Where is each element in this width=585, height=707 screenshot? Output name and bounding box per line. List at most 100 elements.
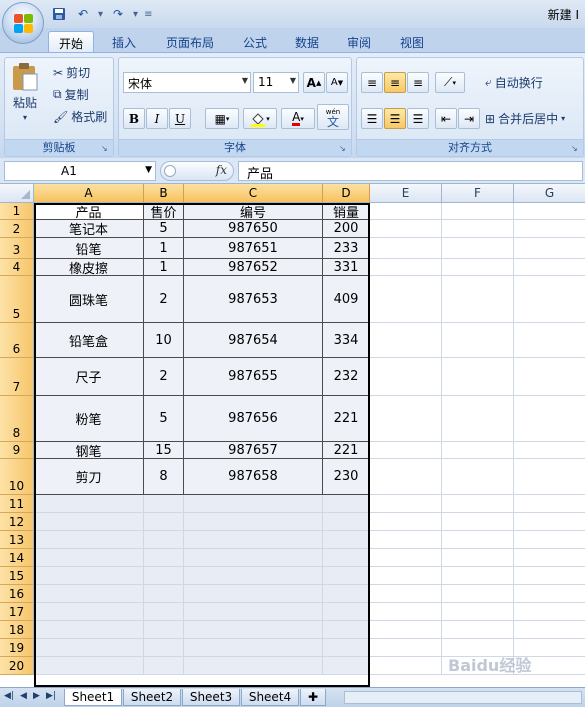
- cell-d14[interactable]: [323, 549, 370, 567]
- cell-c2[interactable]: 987650: [184, 220, 323, 238]
- cell-c11[interactable]: [184, 495, 323, 513]
- cell-a11[interactable]: [34, 495, 144, 513]
- cell-e14[interactable]: [370, 549, 442, 567]
- cell-b17[interactable]: [144, 603, 184, 621]
- cell-d4[interactable]: 331: [323, 259, 370, 276]
- cell-d11[interactable]: [323, 495, 370, 513]
- tab-view[interactable]: 视图: [392, 31, 432, 52]
- cell-d1[interactable]: 销量: [323, 203, 370, 221]
- cell-g11[interactable]: [514, 495, 585, 513]
- cell-f5[interactable]: [442, 276, 514, 323]
- font-name-combo[interactable]: 宋体 ▼: [123, 72, 251, 93]
- cell-g4[interactable]: [514, 259, 585, 276]
- shrink-font-button[interactable]: A ▼: [326, 72, 348, 93]
- cell-g9[interactable]: [514, 442, 585, 459]
- next-sheet-icon[interactable]: ▶: [33, 691, 40, 701]
- cell-b11[interactable]: [144, 495, 184, 513]
- cell-f1[interactable]: [442, 203, 514, 220]
- cell-c6[interactable]: 987654: [184, 323, 323, 358]
- cell-d20[interactable]: [323, 657, 370, 675]
- customize-qat-icon[interactable]: ≡: [144, 9, 152, 20]
- cell-f4[interactable]: [442, 259, 514, 276]
- sheet-tab-4[interactable]: Sheet4: [241, 689, 299, 706]
- cell-a15[interactable]: [34, 567, 144, 585]
- cell-e7[interactable]: [370, 358, 442, 396]
- row-header-10[interactable]: 10: [0, 459, 34, 495]
- cell-e3[interactable]: [370, 238, 442, 259]
- save-icon[interactable]: [50, 5, 68, 23]
- cell-g8[interactable]: [514, 396, 585, 442]
- underline-button[interactable]: U: [169, 108, 191, 129]
- tab-home[interactable]: 开始: [48, 31, 94, 52]
- sheet-tab-2[interactable]: Sheet2: [123, 689, 181, 706]
- worksheet-grid[interactable]: A B C D E F G 1 产品 售价 编号 销量 2 笔记本 5 987650 200 3 铅笔 1 987651…: [0, 184, 585, 687]
- row-header-6[interactable]: 6: [0, 323, 34, 358]
- cell-g10[interactable]: [514, 459, 585, 495]
- cell-a2[interactable]: 笔记本: [34, 220, 144, 238]
- cell-e19[interactable]: [370, 639, 442, 657]
- cell-d15[interactable]: [323, 567, 370, 585]
- cell-g13[interactable]: [514, 531, 585, 549]
- cell-f11[interactable]: [442, 495, 514, 513]
- fill-color-button[interactable]: ▾: [243, 108, 277, 129]
- cell-a9[interactable]: 钢笔: [34, 442, 144, 460]
- tab-page-layout[interactable]: 页面布局: [158, 31, 222, 52]
- cell-d8[interactable]: 221: [323, 396, 370, 442]
- insert-function-pill[interactable]: fx: [160, 161, 234, 181]
- cell-e17[interactable]: [370, 603, 442, 621]
- cell-f9[interactable]: [442, 442, 514, 459]
- cell-a6[interactable]: 铅笔盒: [34, 323, 144, 358]
- cell-c15[interactable]: [184, 567, 323, 585]
- cell-c3[interactable]: 987651: [184, 238, 323, 259]
- cell-g16[interactable]: [514, 585, 585, 603]
- tab-formulas[interactable]: 公式: [236, 31, 274, 52]
- cell-b4[interactable]: 1: [144, 259, 184, 276]
- cell-g14[interactable]: [514, 549, 585, 567]
- first-sheet-icon[interactable]: ◀|: [4, 691, 14, 701]
- cell-c8[interactable]: 987656: [184, 396, 323, 442]
- cell-c10[interactable]: 987658: [184, 459, 323, 495]
- row-header-1[interactable]: 1: [0, 203, 34, 220]
- font-size-combo[interactable]: 11 ▼: [253, 72, 299, 93]
- cell-b19[interactable]: [144, 639, 184, 657]
- align-top-button[interactable]: ≡: [361, 72, 383, 93]
- cell-d19[interactable]: [323, 639, 370, 657]
- column-header-d[interactable]: D: [323, 184, 370, 203]
- cell-g6[interactable]: [514, 323, 585, 358]
- cell-a4[interactable]: 橡皮擦: [34, 259, 144, 277]
- row-header-5[interactable]: 5: [0, 276, 34, 323]
- cell-a12[interactable]: [34, 513, 144, 531]
- cell-d5[interactable]: 409: [323, 276, 370, 323]
- cell-c1[interactable]: 编号: [184, 203, 323, 221]
- cell-f18[interactable]: [442, 621, 514, 639]
- tab-review[interactable]: 审阅: [340, 31, 378, 52]
- cell-f8[interactable]: [442, 396, 514, 442]
- align-right-button[interactable]: ☰: [407, 108, 429, 129]
- row-header-12[interactable]: 12: [0, 513, 34, 531]
- align-middle-button[interactable]: ≡: [384, 72, 406, 93]
- copy-button[interactable]: ⧉ 复制: [53, 86, 89, 103]
- cell-f3[interactable]: [442, 238, 514, 259]
- cell-a17[interactable]: [34, 603, 144, 621]
- last-sheet-icon[interactable]: ▶|: [46, 691, 56, 701]
- cell-e16[interactable]: [370, 585, 442, 603]
- cell-c7[interactable]: 987655: [184, 358, 323, 396]
- cell-g3[interactable]: [514, 238, 585, 259]
- row-header-2[interactable]: 2: [0, 220, 34, 238]
- formula-input[interactable]: 产品: [238, 161, 583, 182]
- column-header-a[interactable]: A: [34, 184, 144, 203]
- cell-e11[interactable]: [370, 495, 442, 513]
- align-center-button[interactable]: ☰: [384, 108, 406, 129]
- row-header-7[interactable]: 7: [0, 358, 34, 396]
- cell-b6[interactable]: 10: [144, 323, 184, 358]
- cell-a20[interactable]: [34, 657, 144, 675]
- office-button[interactable]: [2, 2, 44, 44]
- cell-a19[interactable]: [34, 639, 144, 657]
- row-header-3[interactable]: 3: [0, 238, 34, 259]
- clipboard-launcher-icon[interactable]: ↘: [101, 144, 110, 153]
- cell-e8[interactable]: [370, 396, 442, 442]
- cell-b7[interactable]: 2: [144, 358, 184, 396]
- cell-e6[interactable]: [370, 323, 442, 358]
- select-all-corner[interactable]: [0, 184, 34, 203]
- cell-d16[interactable]: [323, 585, 370, 603]
